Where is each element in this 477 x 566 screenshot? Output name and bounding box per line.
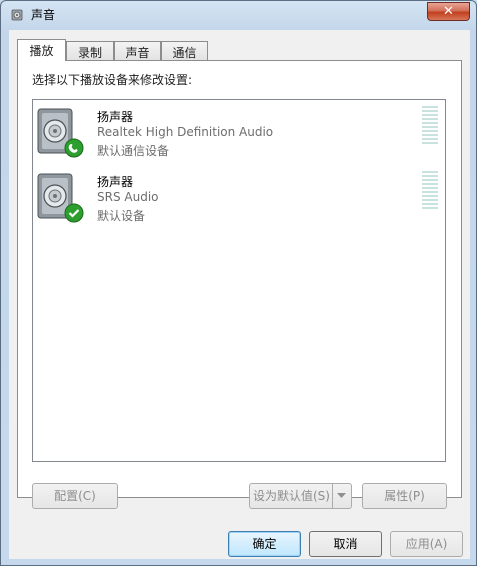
- tab-communications[interactable]: 通信: [161, 41, 208, 60]
- chevron-down-icon: [337, 493, 346, 498]
- close-icon: ✕: [443, 4, 454, 19]
- device-status: 默认通信设备: [97, 144, 170, 158]
- volume-meter: [422, 106, 438, 146]
- speaker-device-icon: [37, 108, 84, 158]
- window-title: 声音: [31, 8, 56, 22]
- playback-tab-panel: 选择以下播放设备来修改设置: 扬声器 Realtek High Definiti…: [17, 60, 462, 498]
- configure-button[interactable]: 配置(C): [32, 483, 118, 509]
- device-item[interactable]: 扬声器 SRS Audio 默认设备: [33, 169, 445, 231]
- speaker-icon: [11, 9, 23, 21]
- device-item[interactable]: 扬声器 Realtek High Definition Audio 默认通信设备: [33, 104, 445, 166]
- sound-dialog-window: 声音 ✕ 播放 录制 声音 通信 选择以下播放设备来修改设置: 扬声器 Real…: [0, 0, 477, 566]
- speaker-device-icon: [37, 173, 84, 223]
- device-name: 扬声器: [97, 110, 134, 124]
- instruction-text: 选择以下播放设备来修改设置:: [32, 73, 193, 87]
- set-default-label: 设为默认值(S): [253, 489, 330, 503]
- properties-button[interactable]: 属性(P): [362, 483, 447, 509]
- dialog-client-area: 播放 录制 声音 通信 选择以下播放设备来修改设置: 扬声器 Realtek H…: [9, 30, 470, 559]
- device-status: 默认设备: [97, 209, 146, 223]
- ok-button[interactable]: 确定: [228, 531, 301, 557]
- set-default-button[interactable]: 设为默认值(S): [249, 483, 352, 509]
- tab-sounds[interactable]: 声音: [114, 41, 161, 60]
- phone-icon: [64, 138, 84, 158]
- set-default-dropdown[interactable]: [332, 484, 351, 508]
- title-bar[interactable]: 声音 ✕: [1, 1, 476, 29]
- check-icon: [64, 203, 84, 223]
- tab-playback[interactable]: 播放: [17, 39, 66, 61]
- device-driver: SRS Audio: [97, 190, 159, 204]
- volume-meter: [422, 171, 438, 211]
- device-list[interactable]: 扬声器 Realtek High Definition Audio 默认通信设备: [32, 99, 446, 462]
- device-driver: Realtek High Definition Audio: [97, 125, 274, 139]
- device-name: 扬声器: [97, 175, 134, 189]
- cancel-button[interactable]: 取消: [309, 531, 382, 557]
- close-button[interactable]: ✕: [427, 2, 470, 21]
- apply-button[interactable]: 应用(A): [390, 531, 463, 557]
- tab-recording[interactable]: 录制: [66, 41, 114, 60]
